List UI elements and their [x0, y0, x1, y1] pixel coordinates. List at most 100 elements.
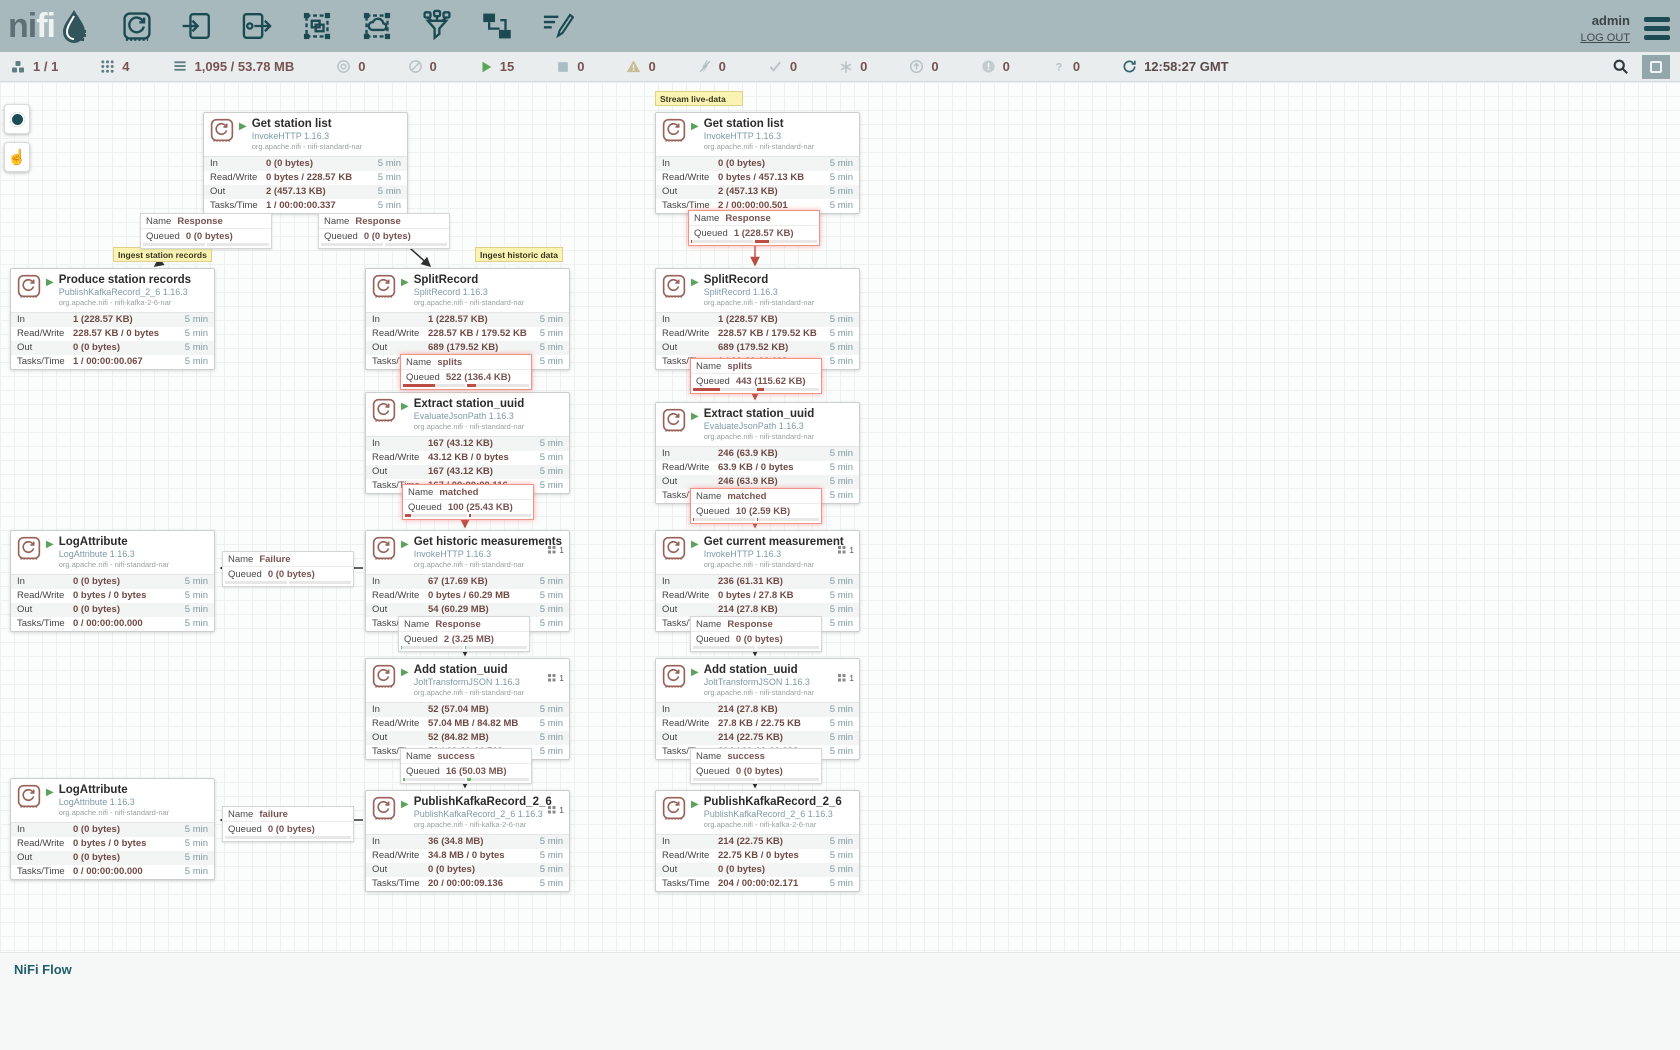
connection-queued-row: Queued 0 (0 bytes) — [223, 567, 353, 581]
connection-label[interactable]: Name Response Queued 0 (0 bytes) — [318, 213, 450, 249]
logout-link[interactable]: LOG OUT — [1580, 32, 1630, 44]
process-group-tool-icon[interactable] — [299, 8, 335, 44]
connection-label[interactable]: Name Response Queued 1 (228.57 KB) — [688, 210, 820, 246]
connection-queued-row: Queued 443 (115.62 KB) — [691, 374, 821, 388]
connection-name-row: Name failure — [223, 807, 353, 822]
backpressure-bars — [689, 240, 819, 245]
object-threshold-bar — [403, 778, 465, 781]
connection-label[interactable]: Name success Queued 0 (0 bytes) — [690, 748, 822, 784]
connection-label[interactable]: Name failure Queued 0 (0 bytes) — [222, 806, 354, 842]
connection-label[interactable]: Name Response Queued 0 (0 bytes) — [690, 616, 822, 652]
nifi-app: nifi — [0, 0, 1680, 1050]
global-menu-button[interactable] — [1644, 9, 1670, 40]
connection-label[interactable]: Name matched Queued 10 (2.59 KB) — [690, 488, 822, 524]
backpressure-bars — [401, 384, 531, 389]
unknown-question-icon: ? — [1052, 59, 1066, 74]
stat-connected-nodes: 1 / 1 — [10, 59, 58, 75]
output-port-tool-icon[interactable] — [239, 8, 275, 44]
app-header: nifi — [0, 0, 1680, 52]
backpressure-bars — [691, 388, 821, 393]
connection-name-row: Name Response — [399, 617, 529, 632]
locally-modified-asterisk-icon — [839, 60, 853, 74]
object-threshold-bar — [225, 836, 287, 839]
panel-toggle-icon — [1650, 61, 1662, 73]
label-tool-icon[interactable] — [539, 8, 575, 44]
backpressure-bars — [691, 778, 821, 783]
size-threshold-bar — [755, 240, 817, 243]
connection-name-row: Name success — [691, 749, 821, 764]
stat-active-threads: 4 — [100, 59, 129, 74]
backpressure-bars — [401, 778, 531, 783]
backpressure-bars — [691, 646, 821, 651]
connection-label[interactable]: Name Response Queued 2 (3.25 MB) — [398, 616, 530, 652]
stopped-square-icon — [556, 60, 570, 74]
nifi-logo: nifi — [8, 7, 91, 46]
search-button[interactable] — [1606, 55, 1634, 79]
queued-value: 16 (50.03 MB) — [446, 766, 507, 777]
relationship-name: Response — [727, 619, 772, 630]
sync-failure-bang-icon — [981, 59, 996, 74]
backpressure-bars — [319, 243, 449, 248]
queued-value: 1 (228.57 KB) — [734, 228, 794, 239]
operate-palette-button[interactable]: ☝ — [4, 142, 30, 172]
connection-label[interactable]: Name Failure Queued 0 (0 bytes) — [222, 551, 354, 587]
connection-label[interactable]: Name splits Queued 522 (136.4 KB) — [400, 354, 532, 390]
queued-value: 10 (2.59 KB) — [736, 506, 790, 517]
processor-tool-icon[interactable] — [119, 8, 155, 44]
size-threshold-bar — [465, 646, 527, 649]
connection-name-row: Name Response — [691, 617, 821, 632]
stat-not-transmitting: 0 — [408, 59, 437, 74]
object-threshold-bar — [405, 514, 467, 517]
stat-locally-modified: 0 — [839, 59, 867, 74]
size-threshold-bar — [757, 646, 819, 649]
connection-name-row: Name Failure — [223, 552, 353, 567]
connection-queued-row: Queued 0 (0 bytes) — [319, 229, 449, 243]
size-threshold-bar — [467, 384, 529, 387]
connection-label[interactable]: Name Response Queued 0 (0 bytes) — [140, 213, 272, 249]
transmitting-icon — [336, 59, 351, 74]
object-threshold-bar — [321, 243, 383, 246]
connection-queued-row: Queued 100 (25.43 KB) — [403, 500, 533, 514]
stat-stopped: 0 — [556, 59, 584, 74]
queued-value: 0 (0 bytes) — [736, 766, 783, 777]
panel-toggle-button[interactable] — [1642, 55, 1670, 79]
connection-queued-row: Queued 0 (0 bytes) — [223, 822, 353, 836]
connection-label[interactable]: Name splits Queued 443 (115.62 KB) — [690, 358, 822, 394]
remote-process-group-tool-icon[interactable] — [359, 8, 395, 44]
connection-name-row: Name matched — [403, 485, 533, 500]
disabled-bolt-icon — [698, 59, 712, 74]
relationship-name: Response — [177, 216, 222, 227]
invalid-warning-icon — [626, 59, 641, 74]
logo-text-fi: fi — [36, 7, 55, 46]
connection-name-row: Name splits — [401, 355, 531, 370]
threads-grid-icon — [100, 59, 115, 74]
navigate-icon — [10, 112, 25, 127]
breadcrumb-root[interactable]: NiFi Flow — [14, 962, 72, 977]
canvas-palette: ☝ — [4, 104, 30, 172]
refresh-icon[interactable] — [1122, 59, 1137, 74]
object-threshold-bar — [691, 240, 753, 243]
input-port-tool-icon[interactable] — [179, 8, 215, 44]
connection-label[interactable]: Name success Queued 16 (50.03 MB) — [400, 748, 532, 784]
template-tool-icon[interactable] — [479, 8, 515, 44]
size-threshold-bar — [469, 514, 531, 517]
navigate-palette-button[interactable] — [4, 104, 30, 134]
last-refresh: 12:58:27 GMT — [1122, 59, 1229, 74]
object-threshold-bar — [401, 646, 463, 649]
queued-value: 2 (3.25 MB) — [444, 634, 494, 645]
connection-queued-row: Queued 0 (0 bytes) — [691, 632, 821, 646]
relationship-name: success — [437, 751, 475, 762]
header-right: admin LOG OUT — [1580, 9, 1670, 44]
running-play-icon — [479, 60, 493, 74]
stat-disabled: 0 — [698, 59, 726, 74]
connection-label[interactable]: Name matched Queued 100 (25.43 KB) — [402, 484, 534, 520]
stat-transmitting: 0 — [336, 59, 365, 74]
queued-value: 0 (0 bytes) — [268, 824, 315, 835]
size-threshold-bar — [385, 243, 447, 246]
search-icon — [1612, 58, 1629, 75]
connection-name-row: Name Response — [689, 211, 819, 226]
funnel-tool-icon[interactable] — [419, 8, 455, 44]
size-threshold-bar — [207, 243, 269, 246]
queued-value: 0 (0 bytes) — [736, 634, 783, 645]
size-threshold-bar — [467, 778, 529, 781]
